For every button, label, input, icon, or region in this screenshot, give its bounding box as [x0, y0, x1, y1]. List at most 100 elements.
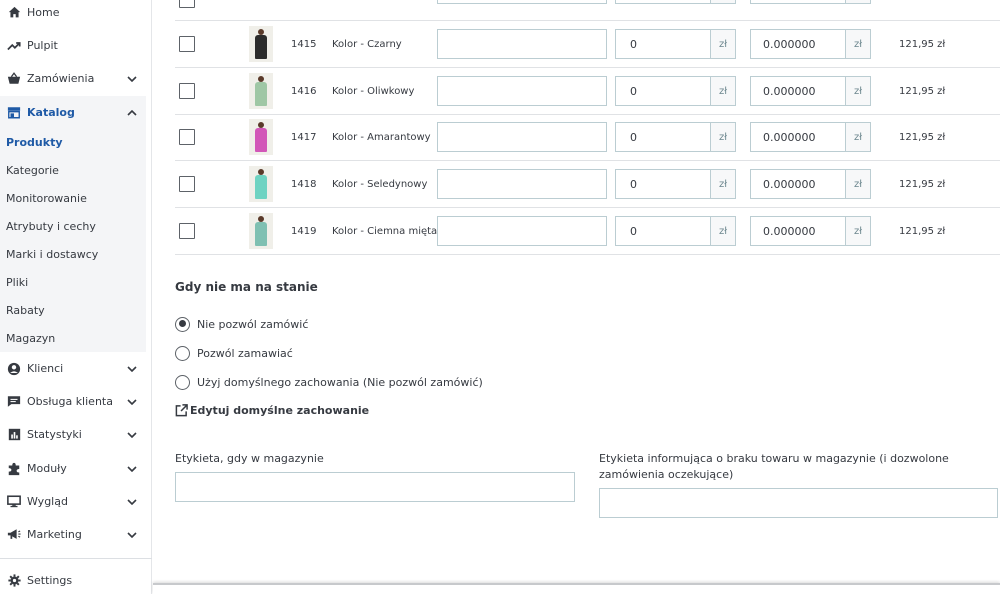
nav-statystyki-label: Statystyki	[27, 428, 82, 441]
row-checkbox[interactable]	[179, 176, 195, 192]
quantity-input[interactable]: 0	[615, 169, 711, 199]
nav-marketing[interactable]: Marketing	[0, 518, 146, 551]
radio-deny-orders[interactable]: Nie pozwól zamówić	[175, 315, 308, 333]
final-price: 121,95 zł	[899, 226, 946, 237]
table-row: 1417 Kolor - Amarantowy 0 zł 0.000000 zł…	[175, 114, 1000, 161]
quantity-unit-addon: zł	[710, 29, 736, 59]
backorder-label: Etykieta informująca o braku towaru w ma…	[599, 452, 949, 481]
nav-pulpit[interactable]: Pulpit	[0, 29, 146, 62]
final-price: 121,95 zł	[899, 86, 946, 97]
impact-input[interactable]: 0.000000	[750, 76, 846, 106]
thumb-dress	[255, 35, 267, 59]
radio-button[interactable]	[175, 316, 190, 332]
row-checkbox[interactable]	[179, 0, 195, 8]
quantity-unit-addon	[710, 0, 736, 4]
sidebar-divider	[0, 558, 152, 559]
combination-name: Kolor - Czarny	[332, 39, 402, 50]
nav-moduly-label: Moduły	[27, 462, 67, 475]
chevron-down-icon	[124, 75, 140, 82]
chat-icon	[7, 395, 21, 409]
reference-input[interactable]	[437, 216, 607, 246]
chevron-down-icon	[124, 398, 140, 405]
submenu-pliki[interactable]: Pliki	[6, 268, 28, 296]
row-checkbox[interactable]	[179, 129, 195, 145]
table-row: 1418 Kolor - Seledynowy 0 zł 0.000000 zł…	[175, 161, 1000, 208]
nav-obsluga[interactable]: Obsługa klienta	[0, 385, 146, 418]
quantity-input[interactable]	[615, 0, 711, 4]
chevron-down-icon	[124, 365, 140, 372]
bottom-toolbar	[153, 583, 1000, 594]
reference-input[interactable]	[437, 122, 607, 152]
bar-chart-icon	[7, 428, 21, 442]
quantity-input[interactable]: 0	[615, 122, 711, 152]
in-stock-input[interactable]	[175, 472, 575, 502]
submenu-rabaty[interactable]: Rabaty	[6, 296, 45, 324]
nav-zamowienia[interactable]: Zamówienia	[0, 62, 146, 95]
submenu-marki[interactable]: Marki i dostawcy	[6, 240, 98, 268]
nav-statystyki[interactable]: Statystyki	[0, 418, 146, 451]
reference-input[interactable]	[437, 0, 607, 4]
nav-wyglad[interactable]: Wygląd	[0, 485, 146, 518]
combination-id: 1417	[291, 132, 317, 143]
quantity-input[interactable]: 0	[615, 216, 711, 246]
katalog-submenu: Produkty Kategorie Monitorowanie Atrybut…	[0, 128, 146, 352]
nav-katalog[interactable]: Katalog	[0, 96, 146, 129]
impact-unit-addon: zł	[845, 169, 871, 199]
quantity-unit-addon: zł	[710, 169, 736, 199]
table-row: 1416 Kolor - Oliwkowy 0 zł 0.000000 zł 1…	[175, 68, 1000, 115]
row-checkbox[interactable]	[179, 36, 195, 52]
chevron-down-icon	[124, 498, 140, 505]
impact-unit-addon	[845, 0, 871, 4]
combination-name: Kolor - Seledynowy	[332, 179, 428, 190]
reference-input[interactable]	[437, 169, 607, 199]
nav-home[interactable]: Home	[0, 0, 146, 29]
combination-name: Kolor - Oliwkowy	[332, 86, 415, 97]
thumb-dress	[255, 175, 267, 199]
nav-moduly[interactable]: Moduły	[0, 452, 146, 485]
submenu-kategorie[interactable]: Kategorie	[6, 156, 59, 184]
table-row-partial	[175, 0, 1000, 21]
submenu-produkty[interactable]: Produkty	[6, 128, 63, 156]
trending-up-icon	[7, 39, 21, 53]
nav-katalog-label: Katalog	[27, 106, 75, 119]
nav-pulpit-label: Pulpit	[27, 39, 58, 52]
final-price: 121,95 zł	[899, 179, 946, 190]
submenu-magazyn[interactable]: Magazyn	[6, 324, 55, 352]
impact-unit-addon: zł	[845, 216, 871, 246]
impact-unit-addon: zł	[845, 76, 871, 106]
quantity-input[interactable]: 0	[615, 76, 711, 106]
radio-button[interactable]	[175, 374, 190, 390]
nav-klienci[interactable]: Klienci	[0, 352, 146, 385]
impact-unit-addon: zł	[845, 29, 871, 59]
reference-input[interactable]	[437, 29, 607, 59]
nav-settings[interactable]: Settings	[0, 564, 146, 594]
submenu-monitorowanie[interactable]: Monitorowanie	[6, 184, 87, 212]
radio-allow-orders[interactable]: Pozwól zamawiać	[175, 344, 293, 362]
quantity-unit-addon: zł	[710, 216, 736, 246]
combination-id: 1415	[291, 39, 317, 50]
nav-wyglad-label: Wygląd	[27, 495, 68, 508]
in-stock-label: Etykieta, gdy w magazynie	[175, 452, 324, 465]
quantity-input[interactable]: 0	[615, 29, 711, 59]
impact-input[interactable]: 0.000000	[750, 169, 846, 199]
radio-button[interactable]	[175, 345, 190, 361]
radio-default-behaviour[interactable]: Użyj domyślnego zachowania (Nie pozwól z…	[175, 373, 483, 391]
chevron-down-icon	[124, 465, 140, 472]
edit-default-behaviour-link[interactable]: Edytuj domyślne zachowanie	[175, 404, 369, 417]
backorder-input[interactable]	[599, 488, 998, 518]
row-checkbox[interactable]	[179, 83, 195, 99]
nav-home-label: Home	[27, 6, 60, 19]
impact-input[interactable]: 0.000000	[750, 122, 846, 152]
impact-input[interactable]: 0.000000	[750, 29, 846, 59]
product-thumbnail	[249, 166, 273, 202]
out-of-stock-title: Gdy nie ma na stanie	[175, 280, 318, 294]
product-thumbnail	[249, 73, 273, 109]
user-circle-icon	[7, 362, 21, 376]
impact-input[interactable]	[750, 0, 846, 4]
row-checkbox[interactable]	[179, 223, 195, 239]
reference-input[interactable]	[437, 76, 607, 106]
store-icon	[7, 106, 21, 120]
submenu-atrybuty[interactable]: Atrybuty i cechy	[6, 212, 96, 240]
impact-input[interactable]: 0.000000	[750, 216, 846, 246]
radio-label: Nie pozwól zamówić	[197, 317, 309, 331]
